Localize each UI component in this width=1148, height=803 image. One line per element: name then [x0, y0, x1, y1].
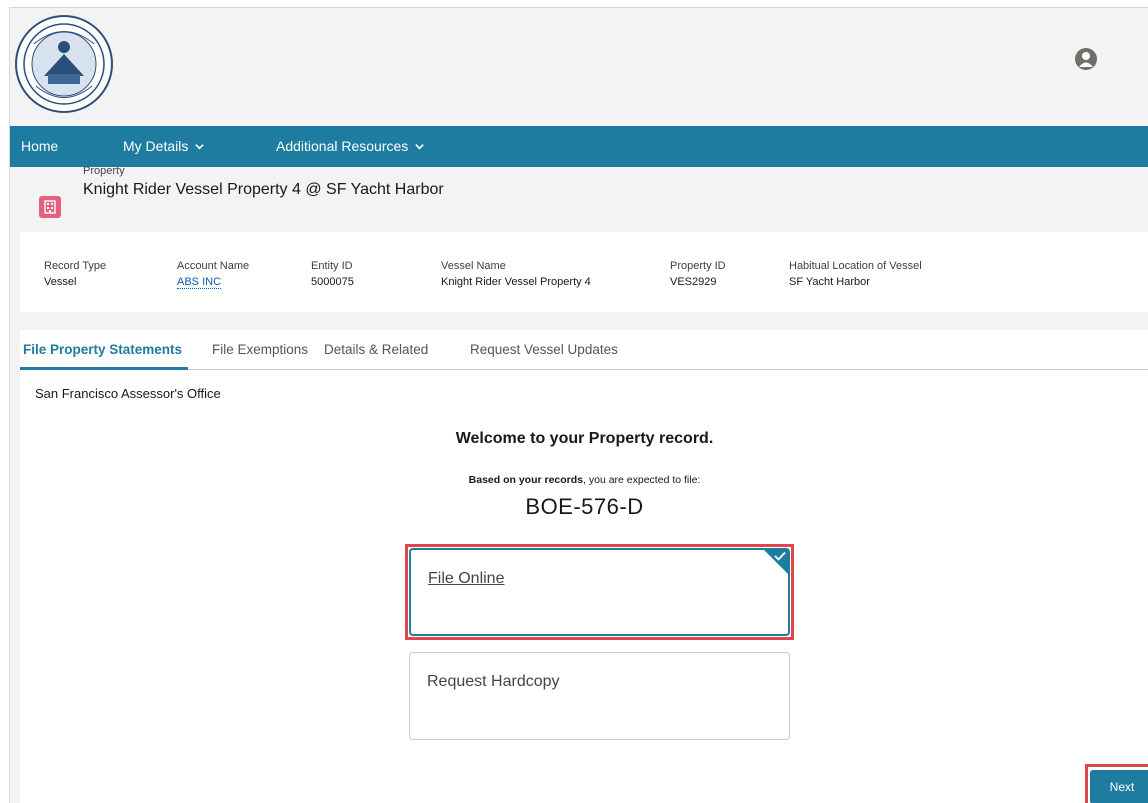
- field-value-wrap: ABS INC: [177, 276, 249, 289]
- field-value: SF Yacht Harbor: [789, 276, 870, 288]
- field-label: Habitual Location of Vessel: [789, 260, 922, 272]
- form-name: BOE-576-D: [525, 494, 644, 519]
- main-nav: Home My Details Additional Resources: [10, 126, 1148, 167]
- field-habitual-location: Habitual Location of Vessel SF Yacht Har…: [789, 260, 922, 288]
- field-vessel-name: Vessel Name Knight Rider Vessel Property…: [441, 260, 591, 288]
- next-button[interactable]: Next: [1090, 770, 1148, 803]
- welcome-heading: Welcome to your Property record.: [455, 430, 714, 447]
- record-highlights: Record Type Vessel Account Name ABS INC …: [20, 232, 1148, 312]
- field-account-name: Account Name ABS INC: [177, 260, 250, 289]
- option-label: Request Hardcopy: [427, 673, 560, 690]
- field-value: 5000075: [311, 276, 354, 288]
- building-icon: [39, 196, 61, 218]
- field-value: Knight Rider Vessel Property 4: [441, 276, 591, 288]
- option-label: File Online: [428, 570, 505, 587]
- user-avatar-icon[interactable]: [1075, 48, 1097, 70]
- field-entity-id: Entity ID 5000075: [311, 260, 354, 288]
- record-type-label: Property: [83, 165, 125, 177]
- tab-request-vessel-updates[interactable]: Request Vessel Updates: [470, 342, 618, 357]
- filing-instructions: Based on your records, you are expected …: [20, 474, 1148, 486]
- field-property-id: Property ID VES2929: [670, 260, 726, 288]
- nav-additional-resources-label: Additional Resources: [276, 138, 409, 154]
- nav-my-details-label: My Details: [123, 138, 189, 154]
- checkmark-icon: [774, 551, 786, 561]
- tab-file-property-statements[interactable]: File Property Statements: [23, 342, 182, 357]
- field-label: Account Name: [177, 260, 250, 272]
- nav-my-details[interactable]: My Details: [123, 138, 205, 154]
- account-name-link[interactable]: ABS INC: [177, 276, 222, 289]
- chevron-down-icon: [415, 143, 425, 150]
- nav-home-label: Home: [21, 138, 59, 154]
- nav-additional-resources[interactable]: Additional Resources: [276, 138, 425, 154]
- chevron-down-icon: [195, 143, 205, 150]
- field-label: Property ID: [670, 260, 726, 272]
- filing-instructions-rest: , you are expected to file:: [583, 474, 701, 486]
- tab-details-related[interactable]: Details & Related: [324, 342, 428, 357]
- field-label: Record Type: [44, 260, 107, 272]
- page-title: Knight Rider Vessel Property 4 @ SF Yach…: [83, 181, 444, 198]
- field-label: Vessel Name: [441, 260, 506, 272]
- option-request-hardcopy[interactable]: Request Hardcopy: [409, 652, 790, 740]
- tab-file-exemptions[interactable]: File Exemptions: [212, 342, 308, 357]
- tab-bar: File Property Statements File Exemptions…: [20, 330, 1148, 370]
- field-value: Vessel: [44, 276, 77, 288]
- field-label: Entity ID: [311, 260, 353, 272]
- nav-home[interactable]: Home: [21, 138, 58, 154]
- filing-instructions-bold: Based on your records: [468, 474, 584, 486]
- field-value: VES2929: [670, 276, 717, 288]
- field-record-type: Record Type Vessel: [44, 260, 106, 288]
- site-header: [10, 8, 1148, 126]
- app-container: Home My Details Additional Resources Pro…: [9, 7, 1148, 803]
- city-seal-icon[interactable]: [14, 14, 114, 114]
- option-file-online[interactable]: File Online: [409, 548, 790, 636]
- tab-content: San Francisco Assessor's Office Welcome …: [20, 370, 1148, 803]
- org-name: San Francisco Assessor's Office: [35, 386, 221, 401]
